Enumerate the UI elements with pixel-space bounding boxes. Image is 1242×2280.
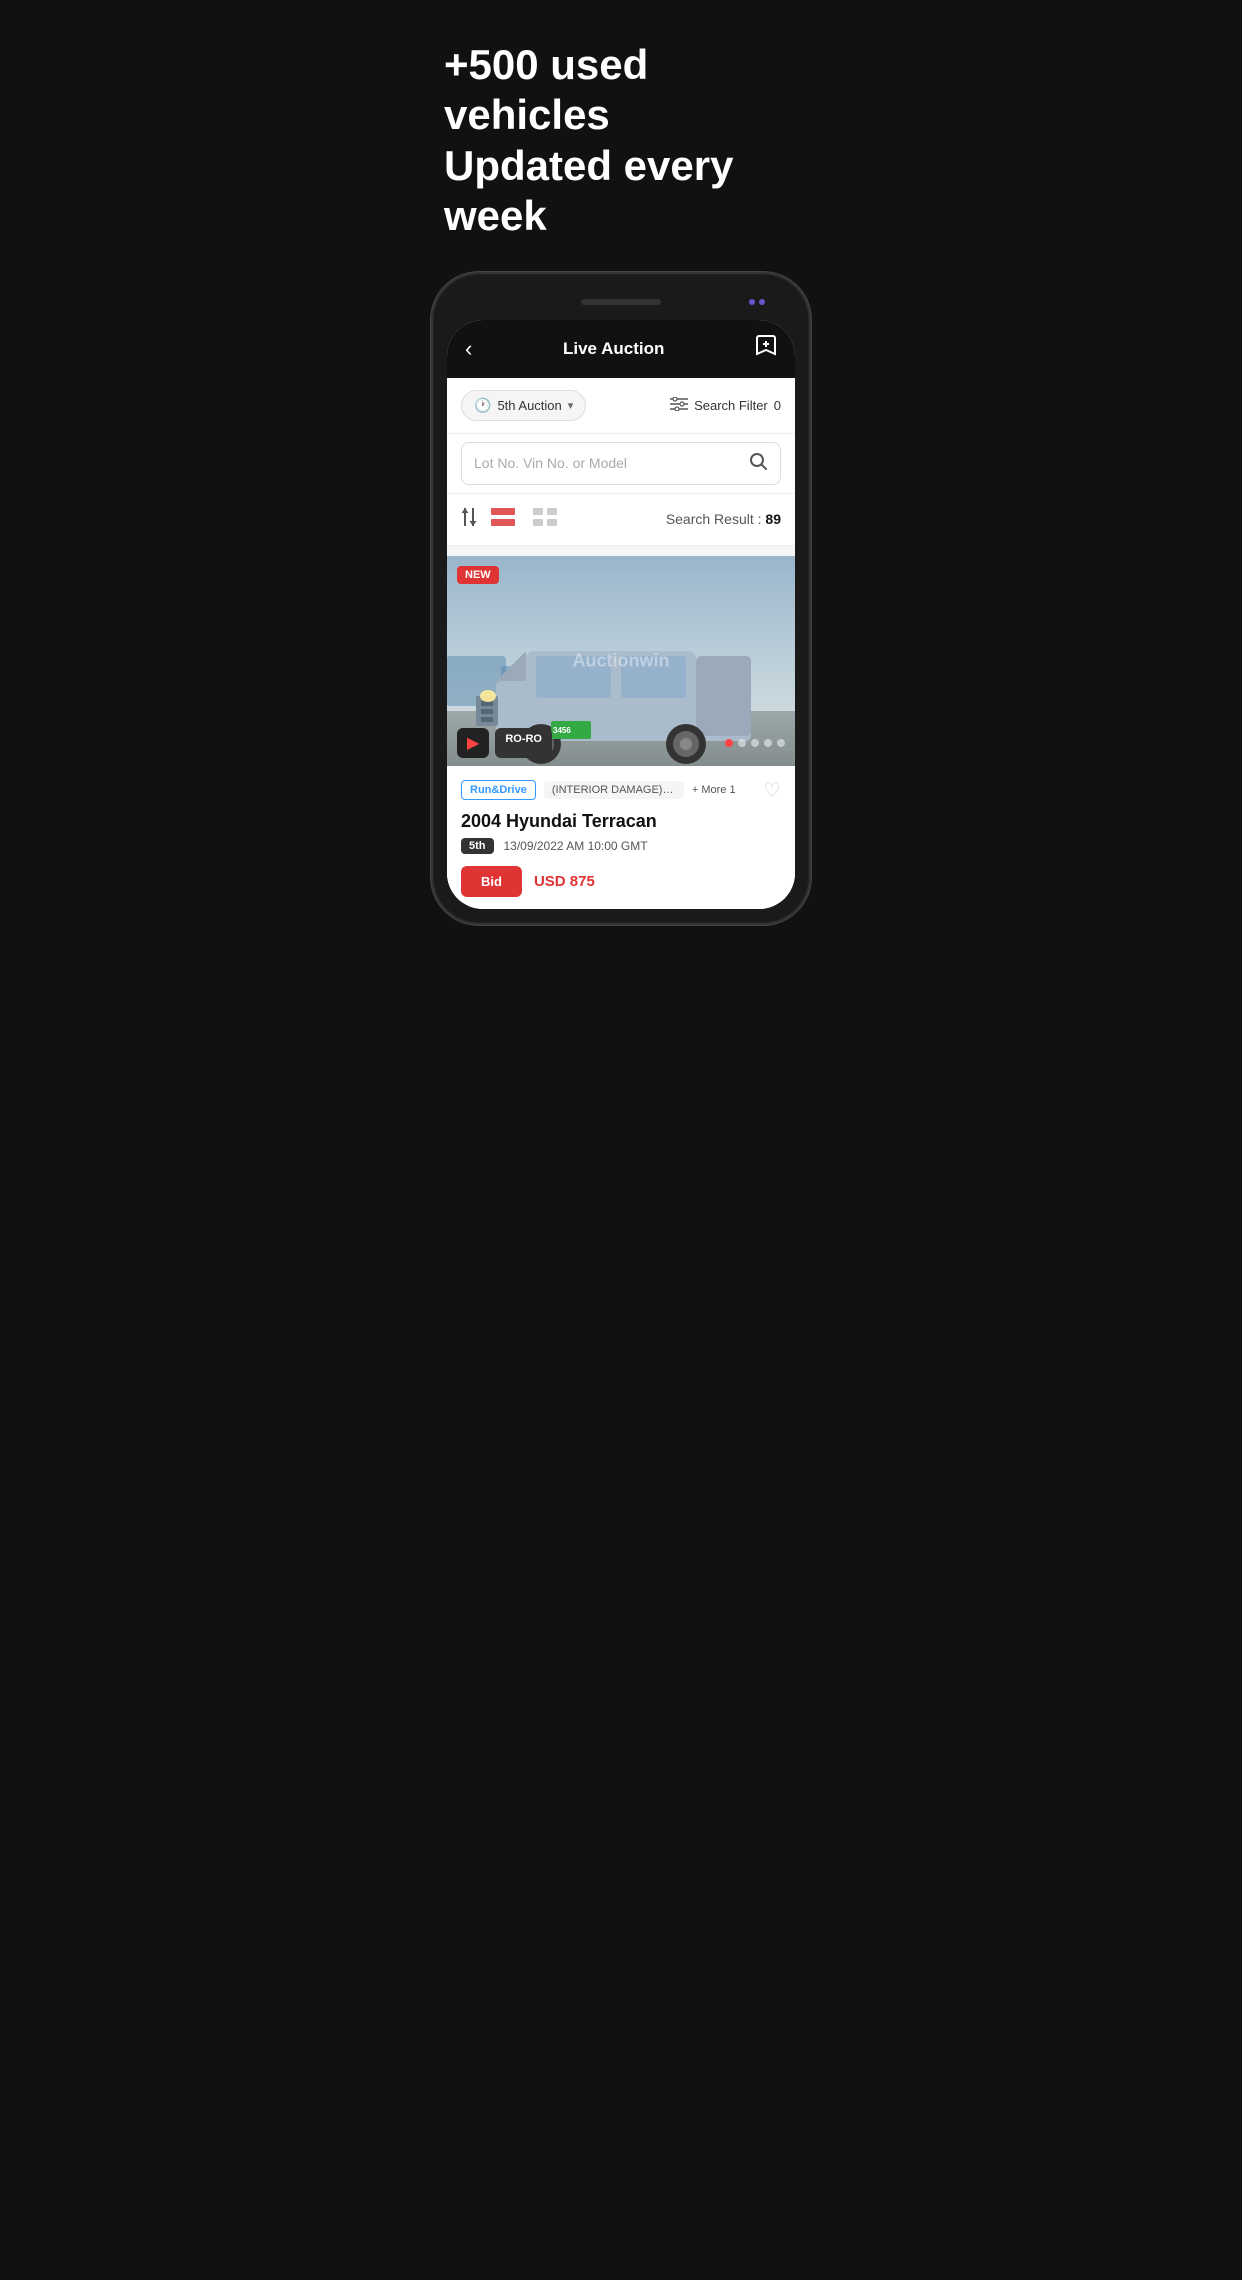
dot-2 — [738, 739, 746, 747]
car-auction-info: 5th 13/09/2022 AM 10:00 GMT — [461, 838, 781, 854]
phone-wrapper: ‹ Live Auction 🕐 5th Auction — [414, 272, 828, 925]
tag-more: + More 1 — [692, 784, 736, 796]
list-view-button[interactable] — [487, 504, 519, 535]
car-info: Run&Drive (INTERIOR DAMAGE) Au... + More… — [447, 766, 795, 909]
car-image-container[interactable]: NEW — [447, 556, 795, 766]
filter-label: Search Filter — [694, 398, 768, 413]
dot-5 — [777, 739, 785, 747]
grid-view-button[interactable] — [529, 504, 561, 535]
car-image-bottom-bar: ▶ RO-RO — [447, 720, 795, 766]
phone-frame: ‹ Live Auction 🕐 5th Auction — [431, 272, 811, 925]
hero-line1: +500 used vehicles — [444, 41, 648, 138]
search-input-wrapper — [461, 442, 781, 485]
dot-1 — [749, 299, 755, 305]
roro-badge: RO-RO — [495, 728, 552, 758]
price-text: USD 875 — [534, 873, 595, 890]
car-tags: Run&Drive (INTERIOR DAMAGE) Au... + More… — [461, 778, 781, 803]
search-input[interactable] — [474, 455, 748, 471]
filter-count: 0 — [774, 398, 781, 413]
chevron-down-icon: ▾ — [568, 399, 574, 412]
auction-date: 13/09/2022 AM 10:00 GMT — [504, 839, 648, 853]
search-result: Search Result : 89 — [666, 511, 781, 527]
auction-selector[interactable]: 🕐 5th Auction ▾ — [461, 390, 586, 421]
auction-number: 5th — [461, 838, 494, 854]
filter-icon — [670, 397, 688, 414]
image-dots — [725, 739, 785, 747]
video-button[interactable]: ▶ — [457, 728, 489, 758]
search-filter-button[interactable]: Search Filter 0 — [670, 397, 781, 414]
new-badge: NEW — [457, 566, 499, 584]
back-button[interactable]: ‹ — [465, 336, 472, 362]
phone-notch — [447, 288, 795, 316]
hero-section: +500 used vehicles Updated every week — [414, 0, 828, 272]
dot-4 — [764, 739, 772, 747]
dot-1 — [725, 739, 733, 747]
dot-2 — [759, 299, 765, 305]
search-box — [447, 434, 795, 494]
tag-run-drive: Run&Drive — [461, 780, 536, 800]
bid-button[interactable]: Bid — [461, 866, 522, 897]
nav-title: Live Auction — [563, 339, 664, 359]
watermark: Auctionwin — [573, 650, 670, 671]
result-label: Search Result : — [666, 511, 762, 527]
hero-line2: Updated every week — [444, 142, 733, 239]
play-icon: ▶ — [467, 733, 479, 753]
search-icon[interactable] — [748, 451, 768, 476]
sort-icon[interactable] — [461, 508, 477, 531]
auction-label: 5th Auction — [497, 398, 561, 413]
sort-bar: Search Result : 89 — [447, 494, 795, 546]
favorite-button[interactable]: ♡ — [763, 778, 781, 803]
tag-damage: (INTERIOR DAMAGE) Au... — [544, 781, 684, 799]
clock-icon: 🕐 — [474, 397, 491, 414]
hero-title: +500 used vehicles Updated every week — [444, 40, 798, 242]
price-row: Bid USD 875 — [461, 862, 781, 897]
content-area: 🕐 5th Auction ▾ — [447, 378, 795, 909]
result-count: 89 — [765, 511, 781, 527]
car-card: NEW — [447, 556, 795, 909]
phone-screen: ‹ Live Auction 🕐 5th Auction — [447, 320, 795, 909]
phone-speaker — [581, 299, 661, 305]
filter-bar: 🕐 5th Auction ▾ — [447, 378, 795, 434]
bookmark-button[interactable] — [755, 334, 777, 364]
dot-3 — [751, 739, 759, 747]
car-title: 2004 Hyundai Terracan — [461, 811, 781, 832]
nav-bar: ‹ Live Auction — [447, 320, 795, 378]
camera-dots — [749, 299, 765, 305]
